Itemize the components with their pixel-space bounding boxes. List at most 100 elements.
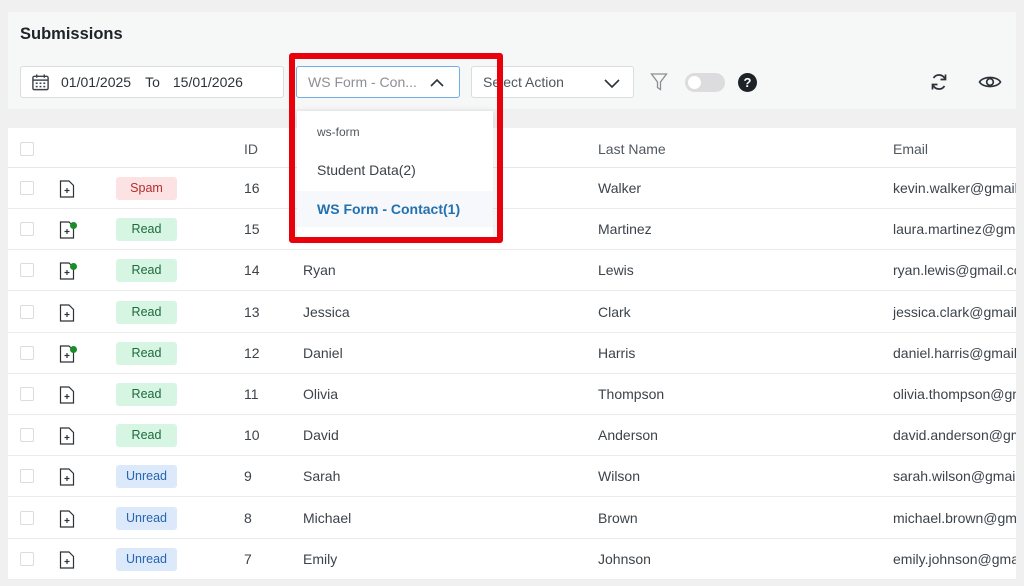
cell-id: 11 (244, 386, 259, 402)
status-badge: Unread (116, 465, 177, 489)
row-checkbox[interactable] (20, 263, 34, 278)
cell-id: 16 (244, 180, 260, 196)
status-badge: Unread (116, 547, 177, 571)
date-range-picker[interactable]: 01/01/2025 To 15/01/2026 (20, 66, 284, 98)
cell-email: jessica.clark@gmail.com (893, 303, 1016, 320)
form-select-value: WS Form - Con... (308, 74, 417, 90)
bulk-action-select[interactable]: Select Action (471, 66, 634, 98)
cell-email: emily.johnson@gmail.com (893, 550, 1016, 567)
table-row[interactable]: Unread 8 Michael Brown michael.brown@gmail.c… (8, 498, 1016, 539)
document-icon[interactable] (59, 468, 75, 486)
row-checkbox[interactable] (20, 469, 34, 484)
status-badge: Read (116, 300, 177, 324)
table-row[interactable]: Unread 7 Emily Johnson emily.johnson@gmail.c… (8, 539, 1016, 580)
cell-id: 13 (244, 303, 260, 320)
form-select-dropdown: ws-form Student Data(2) WS Form - Contac… (297, 111, 493, 237)
row-checkbox[interactable] (20, 551, 34, 566)
cell-last-name: Lewis (598, 262, 634, 279)
cell-email: david.anderson@gmail.com (893, 427, 1016, 444)
document-icon[interactable] (59, 180, 75, 198)
cell-first-name: Ryan (303, 262, 336, 279)
status-badge: Spam (116, 177, 177, 200)
toggle-knob (688, 76, 701, 89)
toggle-switch[interactable] (685, 73, 725, 92)
table-row[interactable]: Read 14 Ryan Lewis ryan.lewis@gmail.com (8, 250, 1016, 292)
cell-email: olivia.thompson@gmail.com (893, 386, 1016, 402)
form-select[interactable]: WS Form - Con... (296, 66, 460, 98)
refresh-icon[interactable] (929, 72, 949, 92)
date-to[interactable]: 15/01/2026 (173, 74, 243, 90)
table-row[interactable]: Unread 9 Sarah Wilson sarah.wilson@gmail.com (8, 456, 1016, 498)
cell-email: kevin.walker@gmail.com (893, 180, 1016, 196)
document-icon[interactable] (59, 386, 75, 404)
cell-last-name: Harris (598, 344, 636, 361)
table-row[interactable]: Read 10 David Anderson david.anderson@gmail.… (8, 415, 1016, 457)
row-checkbox[interactable] (20, 304, 34, 319)
cell-first-name: Sarah (303, 468, 341, 485)
status-badge: Unread (116, 506, 177, 530)
table-row[interactable]: Read 13 Jessica Clark jessica.clark@gmail.co… (8, 292, 1016, 333)
date-from[interactable]: 01/01/2025 (61, 74, 131, 90)
cell-last-name: Martinez (598, 221, 652, 238)
cell-id: 7 (244, 550, 252, 567)
row-checkbox[interactable] (20, 222, 34, 237)
row-checkbox[interactable] (20, 345, 34, 360)
cell-email: sarah.wilson@gmail.com (893, 468, 1016, 485)
row-checkbox[interactable] (20, 428, 34, 443)
dropdown-option-student-data[interactable]: Student Data(2) (297, 152, 493, 188)
cell-email: daniel.harris@gmail.com (893, 344, 1016, 361)
cell-last-name: Thompson (598, 386, 665, 402)
help-icon[interactable]: ? (738, 73, 757, 92)
table-row[interactable]: Read 15 Martinez laura.martinez@gmail.com (8, 209, 1016, 251)
document-icon[interactable] (59, 303, 75, 322)
new-indicator-dot (70, 222, 77, 230)
row-checkbox[interactable] (20, 510, 34, 525)
table-row[interactable]: Read 11 Olivia Thompson olivia.thompson@gmai… (8, 374, 1016, 415)
table-header: ID Last Name Email (8, 128, 1016, 168)
cell-first-name: Jessica (303, 303, 350, 320)
column-header-id[interactable]: ID (244, 141, 258, 157)
cell-id: 14 (244, 262, 260, 279)
status-badge: Read (116, 424, 177, 448)
status-badge: Read (116, 259, 177, 283)
cell-first-name: Daniel (303, 344, 343, 361)
filter-icon[interactable] (650, 72, 668, 92)
status-badge: Read (116, 218, 177, 242)
eye-icon[interactable] (978, 72, 1002, 92)
cell-id: 12 (244, 344, 260, 361)
action-select-value: Select Action (483, 74, 564, 90)
cell-id: 15 (244, 221, 260, 238)
new-indicator-dot (70, 345, 77, 353)
column-header-last-name[interactable]: Last Name (598, 141, 666, 157)
column-header-email[interactable]: Email (893, 141, 928, 157)
table-row[interactable]: Spam 16 Walker kevin.walker@gmail.com (8, 168, 1016, 209)
cell-id: 10 (244, 427, 260, 444)
chevron-up-icon (430, 78, 444, 87)
cell-first-name: Michael (303, 509, 352, 526)
cell-id: 8 (244, 509, 252, 526)
cell-last-name: Brown (598, 509, 638, 526)
cell-first-name: Olivia (303, 386, 339, 402)
cell-first-name: David (303, 427, 339, 444)
document-icon[interactable] (59, 509, 75, 528)
cell-last-name: Wilson (598, 468, 641, 485)
cell-last-name: Clark (598, 303, 631, 320)
cell-last-name: Walker (598, 180, 642, 196)
row-checkbox[interactable] (20, 387, 34, 401)
submissions-table: ID Last Name Email Spam 16 Walker kevin.wal… (8, 128, 1016, 580)
document-icon[interactable] (59, 427, 75, 445)
table-row[interactable]: Read 12 Daniel Harris daniel.harris@gmail.co… (8, 333, 1016, 374)
dropdown-group-label: ws-form (317, 125, 360, 139)
cell-email: laura.martinez@gmail.com (893, 221, 1016, 238)
document-icon[interactable] (59, 551, 75, 569)
dropdown-option-ws-form-contact[interactable]: WS Form - Contact(1) (297, 191, 493, 227)
chevron-down-icon (604, 79, 620, 89)
select-all-checkbox[interactable] (20, 142, 34, 156)
new-indicator-dot (70, 263, 77, 271)
date-to-label: To (145, 74, 160, 90)
cell-id: 9 (244, 468, 252, 485)
cell-last-name: Johnson (598, 550, 651, 567)
row-checkbox[interactable] (20, 181, 34, 195)
page-title: Submissions (20, 25, 123, 43)
cell-email: ryan.lewis@gmail.com (893, 262, 1016, 279)
